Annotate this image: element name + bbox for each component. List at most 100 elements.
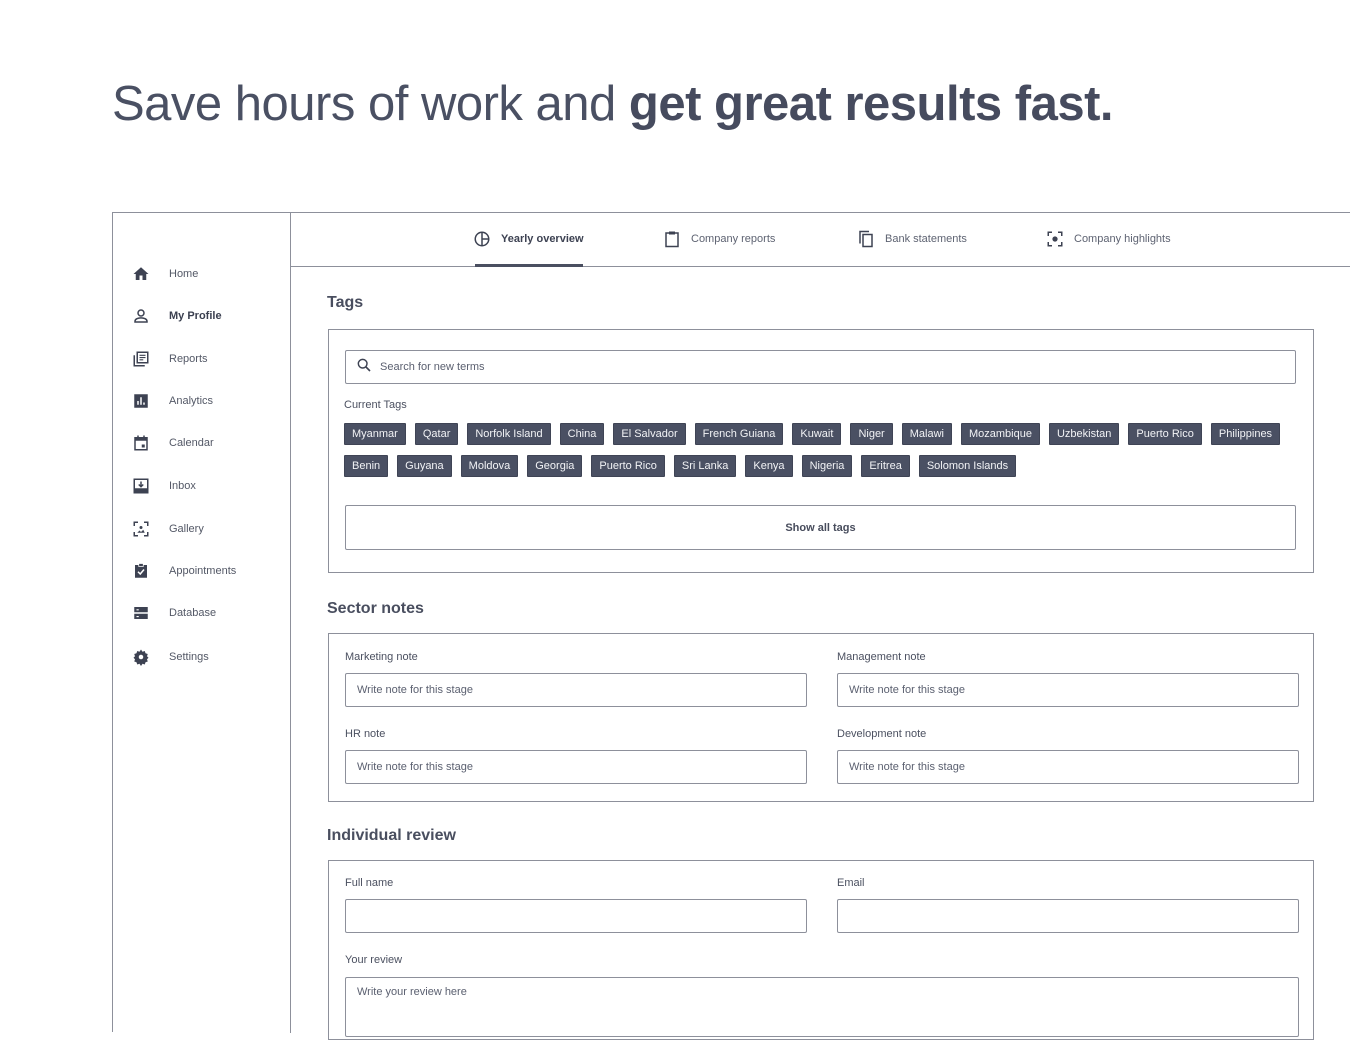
home-icon (131, 264, 151, 284)
tag-chip[interactable]: Myanmar (344, 423, 406, 445)
sidebar-item-label: My Profile (169, 310, 222, 322)
appointments-icon (131, 561, 151, 581)
tag-chip[interactable]: Eritrea (861, 455, 910, 477)
tag-chip[interactable]: El Salvador (613, 423, 686, 445)
tab-yearly-overview[interactable]: Yearly overview (473, 227, 584, 251)
sidebar-item-gallery[interactable]: Gallery (131, 517, 204, 541)
tag-chip[interactable]: Solomon Islands (918, 455, 1017, 477)
tag-chip[interactable]: Qatar (414, 423, 459, 445)
focus-icon (1046, 230, 1064, 248)
tag-chip[interactable]: Norfolk Island (467, 423, 551, 445)
sector-notes-title: Sector notes (327, 600, 424, 617)
tag-chip[interactable]: Niger (850, 423, 893, 445)
marketing-note-field[interactable] (345, 673, 807, 707)
tag-chip[interactable]: Philippines (1210, 423, 1281, 445)
development-note-field[interactable] (837, 750, 1299, 784)
sidebar-item-label: Home (169, 268, 199, 280)
tag-chip[interactable]: Uzbekistan (1048, 423, 1120, 445)
sidebar: Home My Profile Reports Analytics Calend… (113, 213, 291, 1033)
headline-normal: Save hours of work and (112, 77, 629, 131)
tag-chip[interactable]: Nigeria (801, 455, 853, 477)
marketing-note-label: Marketing note (345, 651, 418, 663)
sidebar-item-label: Analytics (169, 395, 214, 407)
tab-label: Yearly overview (501, 233, 584, 245)
calendar-icon (131, 433, 151, 453)
gear-icon (131, 647, 151, 667)
active-tab-indicator (475, 264, 583, 267)
tag-chip[interactable]: Georgia (527, 455, 583, 477)
sidebar-item-appointments[interactable]: Appointments (131, 559, 236, 583)
analytics-icon (131, 391, 151, 411)
tab-label: Bank statements (885, 233, 967, 245)
email-label: Email (837, 877, 865, 889)
tab-company-reports[interactable]: Company reports (663, 227, 775, 251)
tags-row-1: Myanmar Qatar Norfolk Island China El Sa… (344, 423, 1281, 445)
tab-label: Company highlights (1074, 233, 1171, 245)
email-field[interactable] (837, 899, 1299, 933)
sidebar-item-database[interactable]: Database (131, 601, 216, 625)
sidebar-item-settings[interactable]: Settings (131, 645, 209, 669)
page-headline: Save hours of work and get great results… (112, 74, 1114, 134)
reports-icon (131, 349, 151, 369)
tab-company-highlights[interactable]: Company highlights (1046, 227, 1171, 251)
search-box[interactable] (345, 350, 1296, 384)
tags-section-title: Tags (327, 294, 364, 311)
pie-chart-icon (473, 230, 491, 248)
hr-note-field[interactable] (345, 750, 807, 784)
development-note-label: Development note (837, 728, 927, 740)
tags-card: Current Tags Myanmar Qatar Norfolk Islan… (328, 329, 1314, 573)
show-all-tags-button[interactable]: Show all tags (345, 505, 1296, 550)
sidebar-item-reports[interactable]: Reports (131, 347, 208, 371)
sidebar-item-label: Reports (169, 353, 208, 365)
tag-chip[interactable]: Puerto Rico (591, 455, 665, 477)
your-review-label: Your review (345, 954, 403, 966)
inbox-icon (131, 476, 151, 496)
individual-review-title: Individual review (327, 827, 456, 844)
sidebar-item-my-profile[interactable]: My Profile (131, 304, 222, 328)
individual-review-card: Full name Email Your review (328, 860, 1314, 1040)
app-window: Home My Profile Reports Analytics Calend… (112, 212, 1350, 1040)
full-name-field[interactable] (345, 899, 807, 933)
hr-note-label: HR note (345, 728, 386, 740)
copy-icon (857, 230, 875, 248)
tab-bar: Yearly overview Company reports Bank sta… (291, 213, 1350, 267)
search-input[interactable] (380, 361, 1260, 373)
tab-bank-statements[interactable]: Bank statements (857, 227, 967, 251)
tag-chip[interactable]: Moldova (460, 455, 519, 477)
main-content: Yearly overview Company reports Bank sta… (291, 213, 1350, 1040)
sidebar-item-inbox[interactable]: Inbox (131, 474, 196, 498)
sidebar-item-label: Gallery (169, 523, 204, 535)
review-textarea[interactable] (345, 977, 1299, 1037)
sidebar-item-label: Settings (169, 651, 209, 663)
tag-chip[interactable]: Puerto Rico (1128, 423, 1202, 445)
gallery-icon (131, 519, 151, 539)
tag-chip[interactable]: Kuwait (792, 423, 842, 445)
tag-chip[interactable]: Kenya (745, 455, 793, 477)
sidebar-item-label: Calendar (169, 437, 214, 449)
search-icon (356, 357, 372, 378)
management-note-label: Management note (837, 651, 926, 663)
tag-chip[interactable]: French Guiana (694, 423, 784, 445)
sidebar-item-label: Inbox (169, 480, 196, 492)
tag-chip[interactable]: Benin (344, 455, 389, 477)
clipboard-icon (663, 230, 681, 248)
tag-chip[interactable]: Sri Lanka (673, 455, 737, 477)
tag-chip[interactable]: China (559, 423, 605, 445)
tags-row-2: Benin Guyana Moldova Georgia Puerto Rico… (344, 455, 1017, 477)
sidebar-item-label: Database (169, 607, 217, 619)
sidebar-item-label: Appointments (169, 565, 237, 577)
full-name-label: Full name (345, 877, 394, 889)
sector-notes-card: Marketing note Management note HR note D… (328, 633, 1314, 802)
database-icon (131, 603, 151, 623)
tab-label: Company reports (691, 233, 776, 245)
sidebar-item-calendar[interactable]: Calendar (131, 431, 214, 455)
sidebar-item-home[interactable]: Home (131, 262, 198, 286)
tag-chip[interactable]: Mozambique (960, 423, 1040, 445)
headline-bold: get great results fast. (628, 77, 1114, 131)
management-note-field[interactable] (837, 673, 1299, 707)
person-icon (131, 306, 151, 326)
tag-chip[interactable]: Malawi (901, 423, 952, 445)
current-tags-label: Current Tags (344, 399, 407, 411)
sidebar-item-analytics[interactable]: Analytics (131, 389, 213, 413)
tag-chip[interactable]: Guyana (397, 455, 452, 477)
